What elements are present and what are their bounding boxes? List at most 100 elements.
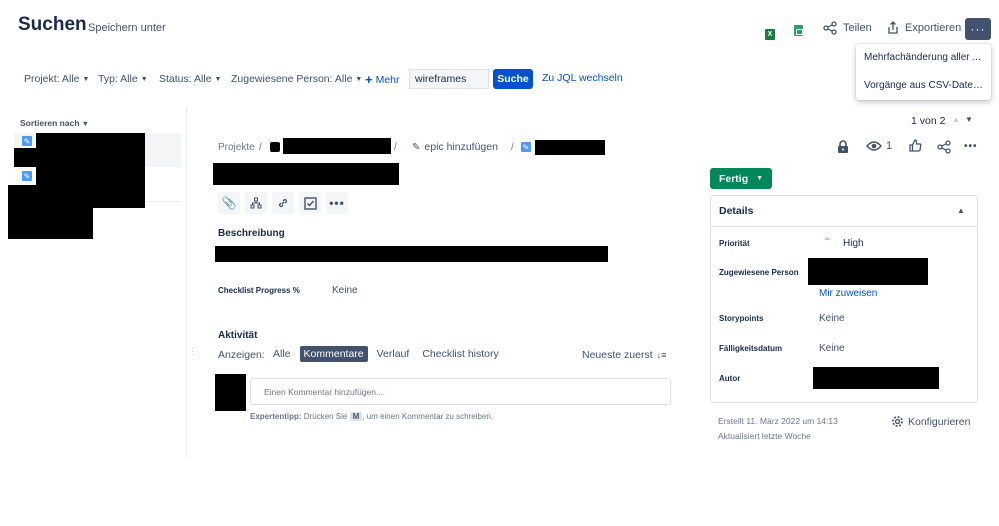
- details-heading: Details: [719, 205, 754, 217]
- checklist-icon[interactable]: [299, 192, 321, 214]
- sort-by-label: Sortieren nach: [20, 118, 80, 128]
- chevron-down-icon: ▼: [756, 175, 764, 182]
- more-actions-button[interactable]: ···: [965, 18, 991, 40]
- resize-handle[interactable]: ⋮: [188, 346, 197, 357]
- tab-all[interactable]: Alle: [269, 346, 295, 362]
- divider: [186, 108, 187, 458]
- storypoints-value[interactable]: Keine: [819, 313, 845, 324]
- add-epic-button[interactable]: ✎ epic hinzufügen: [412, 141, 498, 153]
- due-date-value[interactable]: Keine: [819, 343, 845, 354]
- priority-value[interactable]: High: [843, 238, 864, 249]
- tab-history[interactable]: Verlauf: [373, 346, 414, 362]
- redacted-block: [283, 138, 391, 154]
- chevron-down-icon: ▼: [355, 75, 363, 83]
- export-button[interactable]: Exportieren: [887, 21, 961, 35]
- share-button[interactable]: Teilen: [823, 21, 872, 35]
- more-icon[interactable]: •••: [964, 141, 978, 152]
- updated-text: Aktualisiert letzte Woche: [718, 431, 811, 441]
- sort-newest-button[interactable]: Neueste zuerst ↓≡: [582, 349, 666, 361]
- watch-button[interactable]: 1: [866, 140, 892, 152]
- attachment-icon[interactable]: 📎: [218, 192, 240, 214]
- comment-input[interactable]: Einen Kommentar hinzufügen...: [250, 378, 671, 405]
- activity-heading: Aktivität: [218, 330, 258, 341]
- thumbs-up-icon[interactable]: [909, 139, 922, 155]
- more-filters-label: Mehr: [375, 73, 400, 86]
- redacted-block: [36, 133, 145, 167]
- author-label: Autor: [719, 374, 741, 383]
- status-button[interactable]: Fertig ▼: [710, 168, 772, 189]
- share-label: Teilen: [843, 22, 872, 34]
- add-epic-label: epic hinzufügen: [424, 141, 498, 153]
- tab-checklist-history[interactable]: Checklist history: [418, 346, 502, 362]
- chevron-up-icon[interactable]: ▲: [952, 115, 960, 124]
- sort-newest-label: Neueste zuerst: [582, 349, 653, 361]
- redacted-block: [8, 185, 93, 239]
- redacted-block: [535, 140, 605, 155]
- export-label: Exportieren: [905, 22, 962, 34]
- chevron-down-icon: ▼: [140, 75, 148, 83]
- sort-icon: ↓≡: [656, 350, 667, 360]
- page-title: Suchen: [18, 14, 87, 35]
- filter-status[interactable]: Status: Alle ▼: [159, 73, 221, 85]
- breadcrumb-projects[interactable]: Projekte: [218, 142, 255, 153]
- menu-item-bulk-change[interactable]: Mehrfachänderung aller ...: [856, 44, 991, 72]
- expert-tip: Expertentipp: Drücken Sie M, um einen Ko…: [250, 412, 493, 421]
- chevron-down-icon: ▼: [82, 75, 90, 83]
- shortcut-key: M: [349, 412, 363, 421]
- expert-tip-label: Expertentipp:: [250, 412, 302, 421]
- priority-label: Priorität: [719, 239, 750, 248]
- lock-icon[interactable]: [837, 140, 849, 159]
- configure-label: Konfigurieren: [908, 415, 971, 428]
- redacted-block: [213, 163, 399, 185]
- filter-status-label: Status: Alle: [159, 73, 212, 85]
- export-icon: [888, 21, 898, 34]
- avatar: [215, 374, 246, 411]
- gear-icon: [892, 416, 903, 427]
- watch-count: 1: [886, 140, 893, 152]
- switch-to-jql-link[interactable]: Zu JQL wechseln: [542, 72, 623, 84]
- plus-icon: +: [365, 72, 373, 87]
- filter-project[interactable]: Projekt: Alle ▼: [24, 73, 89, 85]
- created-text: Erstellt 11. März 2022 um 14:13: [718, 416, 838, 426]
- more-actions-menu: Mehrfachänderung aller ... Vorgänge aus …: [856, 44, 991, 100]
- sort-by-dropdown[interactable]: Sortieren nach ▼: [20, 118, 89, 128]
- configure-button[interactable]: Konfigurieren: [891, 415, 970, 428]
- assign-to-me-link[interactable]: Mir zuweisen: [819, 288, 877, 299]
- assignee-label: Zugewiesene Person: [719, 268, 799, 277]
- link-icon[interactable]: [272, 192, 294, 214]
- more-filters-button[interactable]: + Mehr: [365, 72, 400, 87]
- status-label: Fertig: [718, 172, 749, 185]
- menu-item-csv-import[interactable]: Vorgänge aus CSV-Datei ...: [856, 72, 991, 100]
- child-issue-icon[interactable]: [245, 192, 267, 214]
- description-heading: Beschreibung: [218, 228, 285, 239]
- filter-type[interactable]: Typ: Alle ▼: [98, 73, 148, 85]
- expert-tip-pre: Drücken Sie: [303, 412, 348, 421]
- excel-export-icon[interactable]: X: [765, 23, 775, 41]
- breadcrumb-separator: /: [259, 142, 262, 153]
- filter-assignee[interactable]: Zugewiesene Person: Alle ▼: [231, 73, 362, 85]
- save-as-button[interactable]: Speichern unter: [88, 22, 166, 34]
- redacted-block: [215, 246, 608, 262]
- search-button[interactable]: Suche: [493, 69, 533, 89]
- search-input[interactable]: wireframes: [409, 69, 489, 89]
- project-avatar: [270, 142, 280, 152]
- storypoints-label: Storypoints: [719, 314, 764, 323]
- filter-assignee-label: Zugewiesene Person: Alle: [231, 73, 353, 85]
- pager-label: 1 von 2: [911, 115, 946, 127]
- more-icon[interactable]: •••: [326, 192, 348, 214]
- eye-icon: [866, 141, 882, 151]
- checklist-progress-label: Checklist Progress %: [218, 286, 300, 295]
- tab-comments[interactable]: Kommentare: [299, 346, 368, 362]
- filter-project-label: Projekt: Alle: [24, 73, 80, 85]
- checklist-progress-value[interactable]: Keine: [332, 285, 358, 296]
- breadcrumb-separator: /: [394, 142, 397, 153]
- chevron-up-icon[interactable]: ▲: [957, 206, 965, 215]
- chevron-down-icon[interactable]: ▼: [965, 115, 973, 124]
- redacted-block: [808, 258, 928, 285]
- redacted-block: [813, 367, 939, 389]
- pencil-icon: ✎: [412, 141, 421, 153]
- share-icon[interactable]: [937, 140, 951, 159]
- priority-high-icon: ⌃: [823, 237, 832, 248]
- sheets-export-icon[interactable]: [794, 23, 803, 41]
- chevron-down-icon: ▼: [214, 75, 222, 83]
